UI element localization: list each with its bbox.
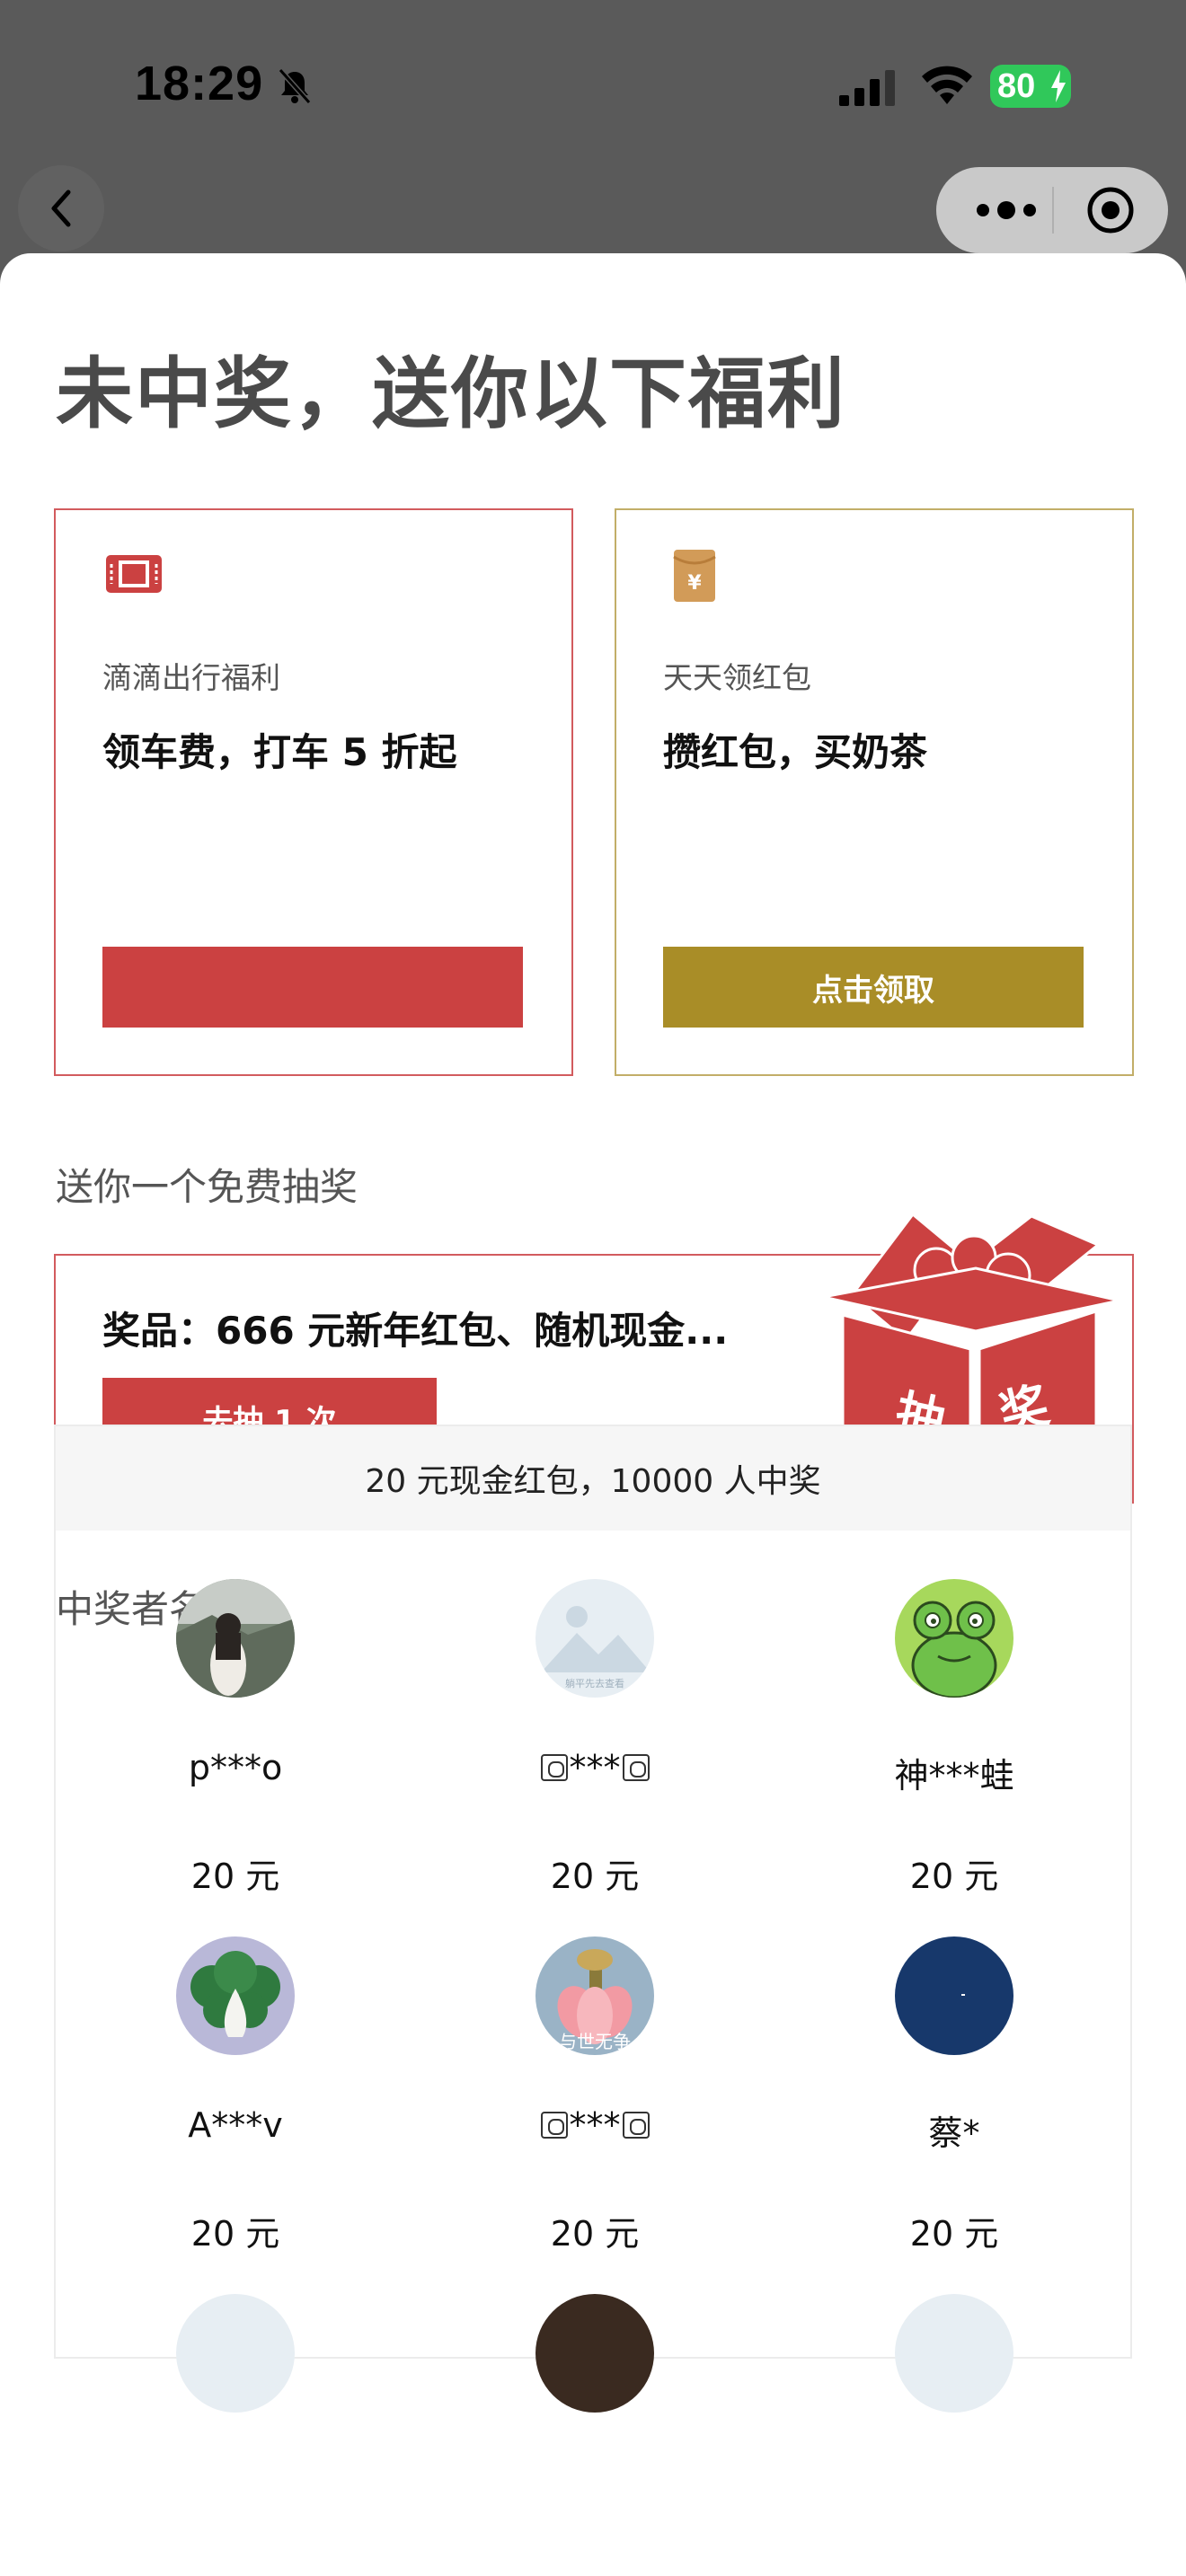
avatar [176,2294,295,2413]
chevron-left-icon [51,190,71,227]
winner-name: A***v [188,2105,283,2145]
more-icon[interactable] [970,196,1042,225]
red-envelope-card[interactable]: ¥ 天天领红包 攒红包，买奶茶 点击领取 [615,508,1134,1076]
card-label: 滴滴出行福利 [102,660,280,695]
unrenderable-glyph-icon [540,2112,568,2139]
charging-bolt-icon [1051,70,1066,102]
avatar: 躺平先去查看 [535,1579,654,1698]
winner-amount: 20 元 [550,2214,640,2254]
battery-indicator: 80 [990,65,1071,108]
winner-amount: 20 元 [190,2214,280,2254]
winner-amount: 20 元 [190,1857,280,1896]
page-title: 未中奖，送你以下福利 [56,348,846,439]
avatar: 与世无争 [535,1936,654,2055]
avatar [895,2294,1013,2413]
unrenderable-glyph-icon [540,1754,568,1781]
avatar [176,1579,295,1698]
avatar-lotus: 与世无争 [535,1936,654,2055]
winner-name: 蔡* [928,2113,980,2153]
close-miniprogram-icon[interactable] [1085,185,1136,235]
didi-benefit-card[interactable]: 滴滴出行福利 领车费，打车 5 折起 [54,508,573,1076]
status-time: 18:29 [135,57,264,110]
capsule-divider [1052,187,1054,234]
prize-text: 奖品：666 元新年红包、随机现金... [102,1309,729,1353]
didi-claim-button[interactable] [102,947,523,1028]
battery-level: 80 [997,67,1036,105]
winners-header: 20 元现金红包，10000 人中奖 [56,1426,1130,1531]
avatar [535,2294,654,2413]
svg-text:躺平先去查看: 躺平先去查看 [565,1677,624,1689]
avatar-frog [895,1579,1013,1698]
claim-button[interactable]: 点击领取 [663,947,1084,1028]
avatar [895,1579,1013,1698]
lottery-section-label: 送你一个免费抽奖 [56,1165,358,1209]
unrenderable-glyph-icon [622,1754,650,1781]
back-button[interactable] [18,165,104,251]
winner-name: p***o [188,1748,283,1787]
avatar-mountain: 躺平先去查看 [535,1579,654,1698]
unrenderable-glyph-icon [622,2112,650,2139]
winner-name: 神***蛙 [894,1756,1014,1795]
card-label: 天天领红包 [663,660,811,695]
status-bar: 18:29 80 [0,0,1186,162]
cellular-signal-icon [839,70,895,106]
winner-amount: 20 元 [550,1857,640,1896]
card-headline: 领车费，打车 5 折起 [102,730,457,774]
avatar [176,1936,295,2055]
miniprogram-capsule [936,167,1168,253]
avatar-cabbage [176,1936,295,2055]
card-headline: 攒红包，买奶茶 [663,730,928,774]
muted-bell-icon [278,68,312,104]
avatar [895,1936,1013,2055]
svg-text:¥: ¥ [687,572,702,595]
winner-amount: 20 元 [909,2214,999,2254]
red-envelope-icon: ¥ [673,550,716,602]
svg-text:与世无争: 与世无争 [559,2031,631,2052]
winners-list: 20 元现金红包，10000 人中奖 p***o 20 元 躺平先去查看 ***… [54,1425,1132,2413]
ticket-icon [106,555,162,593]
winner-amount: 20 元 [909,1857,999,1896]
avatar-navy [895,1936,1013,2055]
avatar-photo [176,1579,295,1698]
winner-name: *** [460,1748,730,1787]
wifi-icon [922,66,972,104]
winner-name: *** [460,2105,730,2145]
